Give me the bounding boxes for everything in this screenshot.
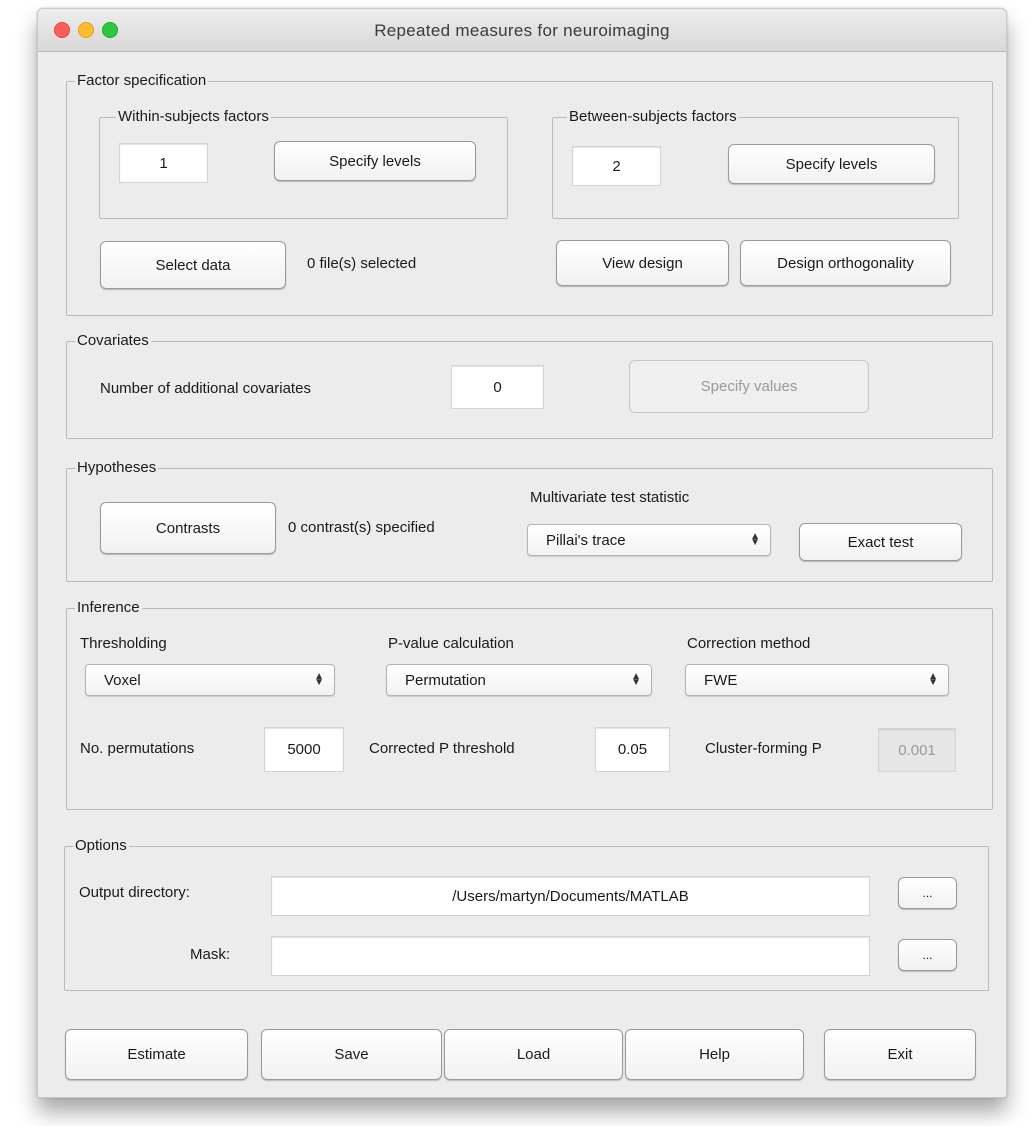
mask-label: Mask: <box>190 946 231 963</box>
updown-chevron-icon: ▲ ▼ <box>928 671 938 688</box>
updown-chevron-icon: ▲ ▼ <box>314 671 324 688</box>
between-factors-input[interactable]: 2 <box>572 146 661 186</box>
correction-method-label: Correction method <box>687 635 811 652</box>
cluster-forming-p-label: Cluster-forming P <box>705 740 822 757</box>
cluster-forming-p-input[interactable]: 0.001 <box>878 728 956 772</box>
between-subjects-panel: Between-subjects factors 2 Specify level… <box>552 107 959 219</box>
options-legend: Options <box>73 836 129 856</box>
covariates-count-input[interactable]: 0 <box>451 365 544 409</box>
covariates-panel: Covariates Number of additional covariat… <box>66 331 993 439</box>
thresholding-label: Thresholding <box>80 635 167 652</box>
exit-button[interactable]: Exit <box>824 1029 976 1080</box>
factor-specification-panel: Factor specification Within-subjects fac… <box>66 71 993 316</box>
updown-chevron-icon: ▲ ▼ <box>750 531 760 548</box>
thresholding-select[interactable]: Voxel ▲ ▼ <box>85 664 335 696</box>
between-subjects-legend: Between-subjects factors <box>567 107 739 127</box>
between-specify-levels-button[interactable]: Specify levels <box>728 144 935 184</box>
view-design-button[interactable]: View design <box>556 240 729 286</box>
thresholding-value: Voxel <box>104 671 141 689</box>
files-selected-status: 0 file(s) selected <box>307 255 417 272</box>
browse-output-button[interactable]: ... <box>898 877 957 909</box>
output-directory-input[interactable]: /Users/martyn/Documents/MATLAB <box>271 876 870 916</box>
inference-panel: Inference Thresholding Voxel ▲ ▼ P-value … <box>66 598 993 810</box>
test-statistic-value: Pillai's trace <box>546 531 626 549</box>
factor-specification-legend: Factor specification <box>75 71 209 91</box>
covariates-legend: Covariates <box>75 331 151 351</box>
within-specify-levels-button[interactable]: Specify levels <box>274 141 476 181</box>
correction-method-value: FWE <box>704 671 738 689</box>
contrasts-button[interactable]: Contrasts <box>100 502 276 554</box>
permutations-label: No. permutations <box>80 740 195 757</box>
hypotheses-panel: Hypotheses Contrasts 0 contrast(s) speci… <box>66 458 993 582</box>
options-panel: Options Output directory: /Users/martyn/… <box>64 836 989 991</box>
mask-input[interactable] <box>271 936 870 976</box>
correction-method-select[interactable]: FWE ▲ ▼ <box>685 664 949 696</box>
corrected-p-input[interactable]: 0.05 <box>595 727 670 772</box>
window-title: Repeated measures for neuroimaging <box>374 21 670 40</box>
within-subjects-legend: Within-subjects factors <box>116 107 271 127</box>
design-orthogonality-button[interactable]: Design orthogonality <box>740 240 951 286</box>
inference-legend: Inference <box>75 598 142 618</box>
specify-values-button[interactable]: Specify values <box>629 360 869 413</box>
exact-test-button[interactable]: Exact test <box>799 523 962 561</box>
within-factors-input[interactable]: 1 <box>119 143 208 183</box>
output-directory-label: Output directory: <box>79 884 190 901</box>
within-subjects-panel: Within-subjects factors 1 Specify levels <box>99 107 508 219</box>
main-window: Repeated measures for neuroimaging Facto… <box>37 8 1007 1098</box>
pvalue-calculation-select[interactable]: Permutation ▲ ▼ <box>386 664 652 696</box>
browse-mask-button[interactable]: ... <box>898 939 957 971</box>
covariates-label: Number of additional covariates <box>100 380 311 397</box>
title-bar: Repeated measures for neuroimaging <box>38 9 1006 52</box>
contrasts-status: 0 contrast(s) specified <box>288 519 435 536</box>
hypotheses-legend: Hypotheses <box>75 458 159 478</box>
help-button[interactable]: Help <box>625 1029 804 1080</box>
updown-chevron-icon: ▲ ▼ <box>631 671 641 688</box>
test-statistic-label: Multivariate test statistic <box>530 489 690 506</box>
estimate-button[interactable]: Estimate <box>65 1029 248 1080</box>
select-data-button[interactable]: Select data <box>100 241 286 289</box>
save-button[interactable]: Save <box>261 1029 442 1080</box>
test-statistic-select[interactable]: Pillai's trace ▲ ▼ <box>527 524 771 556</box>
load-button[interactable]: Load <box>444 1029 623 1080</box>
pvalue-calculation-value: Permutation <box>405 671 486 689</box>
corrected-p-label: Corrected P threshold <box>369 740 515 757</box>
pvalue-calculation-label: P-value calculation <box>388 635 514 652</box>
permutations-input[interactable]: 5000 <box>264 727 344 772</box>
